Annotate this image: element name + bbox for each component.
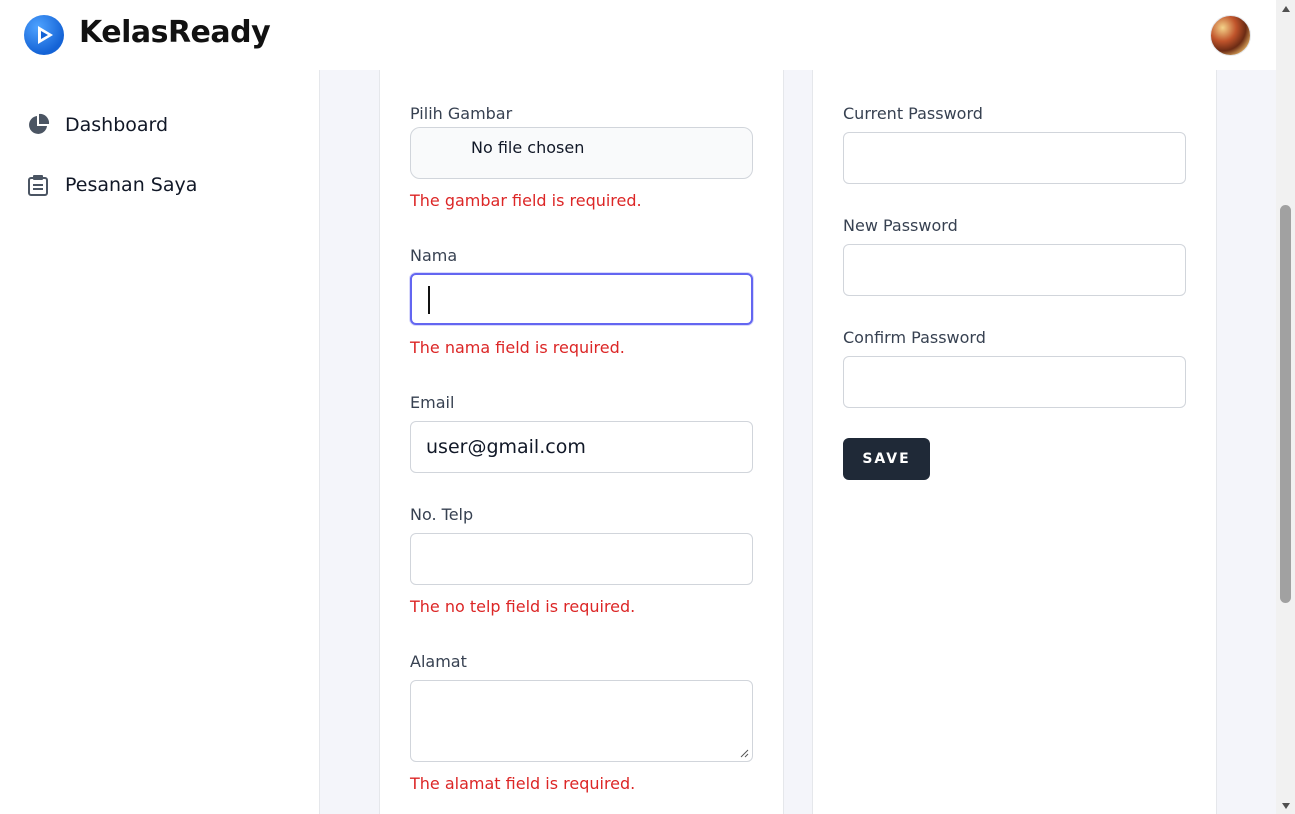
scroll-down-arrow-icon[interactable] [1276, 797, 1295, 814]
save-button[interactable]: SAVE [843, 438, 930, 480]
nama-label: Nama [410, 246, 458, 265]
gambar-label: Pilih Gambar [410, 104, 513, 123]
pie-chart-icon [26, 113, 50, 137]
telp-label: No. Telp [410, 505, 474, 524]
main-content: Pilih Gambar No file chosen The gambar f… [320, 70, 1276, 814]
new-password-label: New Password [843, 216, 958, 235]
resize-handle-icon[interactable] [739, 748, 749, 758]
play-logo-icon[interactable] [24, 15, 64, 55]
sidebar-item-pesanan-saya[interactable]: Pesanan Saya [26, 170, 197, 200]
profile-form-card: Pilih Gambar No file chosen The gambar f… [379, 70, 784, 814]
alamat-error: The alamat field is required. [410, 774, 636, 793]
nama-error: The nama field is required. [410, 338, 625, 357]
telp-error: The no telp field is required. [410, 597, 636, 616]
gambar-error: The gambar field is required. [410, 191, 642, 210]
user-avatar[interactable] [1210, 15, 1251, 56]
scroll-thumb[interactable] [1280, 205, 1291, 603]
sidebar-item-label: Pesanan Saya [65, 174, 198, 196]
scrollbar[interactable] [1276, 0, 1295, 814]
sidebar: Dashboard Pesanan Saya [0, 70, 320, 814]
scroll-up-arrow-icon[interactable] [1276, 0, 1295, 17]
sidebar-item-label: Dashboard [65, 114, 169, 136]
confirm-password-input[interactable] [843, 356, 1186, 408]
current-password-input[interactable] [843, 132, 1186, 184]
current-password-label: Current Password [843, 104, 983, 123]
alamat-label: Alamat [410, 652, 467, 671]
telp-input[interactable] [410, 533, 753, 585]
nama-input[interactable] [410, 273, 753, 325]
email-input[interactable]: user@gmail.com [410, 421, 753, 473]
new-password-input[interactable] [843, 244, 1186, 296]
file-input[interactable]: No file chosen [410, 127, 753, 179]
file-status-text: No file chosen [471, 138, 585, 157]
confirm-password-label: Confirm Password [843, 328, 986, 347]
brand-name[interactable]: KelasReady [79, 15, 271, 50]
alamat-textarea[interactable] [410, 680, 753, 762]
email-label: Email [410, 393, 455, 412]
password-form-card: Current Password New Password Confirm Pa… [812, 70, 1217, 814]
sidebar-item-dashboard[interactable]: Dashboard [26, 110, 168, 140]
clipboard-icon [26, 173, 50, 197]
text-caret [428, 286, 430, 314]
top-header: KelasReady [0, 0, 1276, 70]
